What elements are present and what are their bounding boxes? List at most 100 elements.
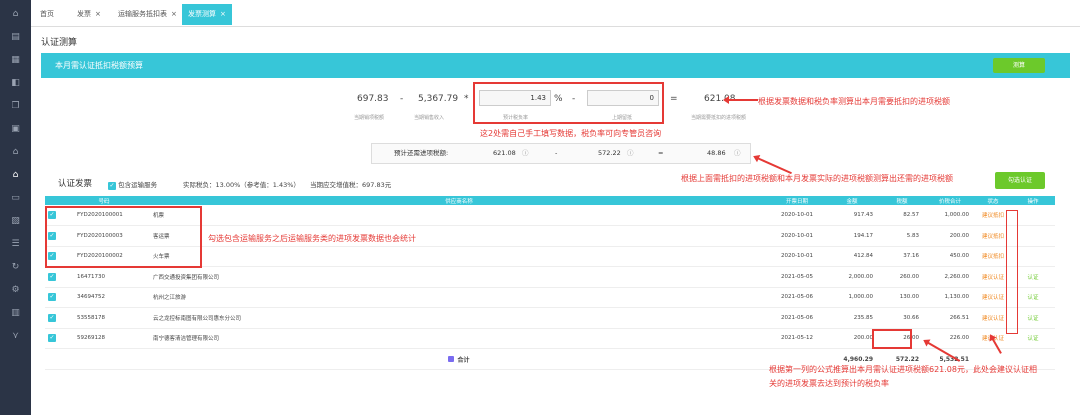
need-c: 48.86 <box>707 149 726 157</box>
share-icon[interactable]: ⋎ <box>9 330 22 343</box>
invoice-date: 2020-10-01 <box>769 246 825 267</box>
sales-income-value: 5,367.79 <box>418 94 459 104</box>
tab-label: 发票 <box>77 10 91 18</box>
col-action: 操作 <box>1011 196 1055 205</box>
calendar-icon[interactable]: ▥ <box>9 307 22 320</box>
tab-home[interactable]: 首页 <box>34 4 60 25</box>
supplier-name: 杭州之江旅游 <box>149 287 769 308</box>
checkbox-icon[interactable]: ✓ <box>48 334 56 343</box>
tab-label: 发票测算 <box>188 10 216 18</box>
supplier-name: 南宁德客清洁管理有限公司 <box>149 328 769 349</box>
checkbox-icon[interactable]: ✓ <box>108 182 116 190</box>
col-tax: 税额 <box>879 196 925 205</box>
building-icon[interactable]: ⌂ <box>9 146 22 159</box>
tab-transport-deduction[interactable]: 运输服务抵扣表 × <box>112 4 183 25</box>
help-icon: ⓘ <box>522 149 529 157</box>
sum-icon <box>448 355 455 362</box>
tab-invoice-estimate[interactable]: 发票测算 × <box>182 4 232 25</box>
panel-header: 本月需认证抵扣税额预算 <box>41 53 1070 78</box>
copy-icon[interactable]: ❐ <box>9 100 22 113</box>
measure-button[interactable]: 测算 <box>993 58 1045 73</box>
total: 1,130.00 <box>925 287 975 308</box>
invoice-number: 53558178 <box>59 307 149 329</box>
amount: 917.43 <box>825 205 879 226</box>
row-checkbox[interactable]: ✓ <box>45 266 59 288</box>
table-row[interactable]: ✓ 53558178 云之龙控标南图有限公司惠东分公司 2021-05-06 235.8… <box>45 307 1055 329</box>
col-number: 号码 <box>59 196 149 205</box>
chart-icon[interactable]: ▦ <box>9 54 22 67</box>
invoice-date: 2021-05-06 <box>769 307 825 329</box>
document-icon[interactable]: ▤ <box>9 31 22 44</box>
sidebar: ⌂ ▤ ▦ ◧ ❐ ▣ ⌂ ⌂ ▭ ▧ ☰ ↻ ⚙ ▥ ⋎ <box>0 0 31 415</box>
annotation-5a: 根据第一列的公式推算出本月需认证进项税额621.08元，此处会建议认证相 <box>769 365 1037 374</box>
empty-cell <box>45 348 59 370</box>
tax: 260.00 <box>879 266 925 288</box>
home-icon[interactable]: ⌂ <box>9 8 22 21</box>
tax: 5.83 <box>879 225 925 247</box>
amount: 1,000.00 <box>825 287 879 308</box>
table-header: 号码 供应商名称 开票日期 金额 税额 价税合计 状态 操作 <box>45 196 1055 205</box>
checkbox-icon[interactable]: ✓ <box>48 272 56 281</box>
col-total: 价税合计 <box>925 196 975 205</box>
invoice-date: 2021-05-12 <box>769 328 825 349</box>
transport-option[interactable]: ✓ 包含运输服务 <box>108 179 157 190</box>
supplier-name: 机票 <box>149 205 769 226</box>
certify-button[interactable]: 勾选认证 <box>995 172 1045 189</box>
close-icon[interactable]: × <box>171 10 177 18</box>
table-row[interactable]: ✓ 34694752 杭州之江旅游 2021-05-06 1,000.00 130.00 1… <box>45 287 1055 308</box>
folder-icon[interactable]: ▭ <box>9 192 22 205</box>
invoice-number: 16471730 <box>59 266 149 288</box>
checkbox-icon[interactable]: ✓ <box>48 293 56 302</box>
row-checkbox[interactable]: ✓ <box>45 307 59 329</box>
current-tax: 当期应交增值税：697.83元 <box>310 181 392 189</box>
total: 2,260.00 <box>925 266 975 288</box>
settings-icon[interactable]: ⚙ <box>9 284 22 297</box>
invoice-date: 2021-05-05 <box>769 266 825 288</box>
supplier-name: 火车票 <box>149 246 769 267</box>
checkbox-icon[interactable]: ✓ <box>48 313 56 322</box>
label-output-tax: 当期销项税额 <box>354 115 385 121</box>
label-sales-income: 当期销售收入 <box>414 115 445 121</box>
help-icon: ⓘ <box>627 149 634 157</box>
close-icon[interactable]: × <box>95 10 101 18</box>
highlight-box <box>45 206 202 268</box>
tab-label: 首页 <box>40 10 54 18</box>
need-row: 预计还需进项税额: 621.08 ⓘ - 572.22 ⓘ = 48.86 ⓘ <box>371 143 751 164</box>
help-icon: ⓘ <box>734 149 741 157</box>
annotation-3: 根据上面需抵扣的进项税额和本月发票实际的进项税额测算出还需的进项税额 <box>681 174 953 183</box>
annotation-4: 勾选包含运输服务之后运输服务类的进项发票数据也会统计 <box>208 234 416 243</box>
supplier-name: 云之龙控标南图有限公司惠东分公司 <box>149 307 769 329</box>
amount: 235.85 <box>825 307 879 329</box>
col-date: 开票日期 <box>769 196 825 205</box>
actual-rate: 实际税负：13.00%（参考值：1.43%） <box>183 181 300 189</box>
annotation-5b: 关的进项发票去达到预计的税负率 <box>769 379 889 388</box>
invoice-icon[interactable]: ◧ <box>9 77 22 90</box>
close-icon[interactable]: × <box>220 10 226 18</box>
row-checkbox[interactable]: ✓ <box>45 328 59 349</box>
need-label: 预计还需进项税额: <box>394 149 449 157</box>
tax: 30.66 <box>879 307 925 329</box>
list-icon[interactable]: ☰ <box>9 238 22 251</box>
house-icon[interactable]: ⌂ <box>9 169 22 182</box>
page-title: 认证测算 <box>41 38 78 48</box>
total: 450.00 <box>925 246 975 267</box>
need-a: 621.08 <box>493 149 516 157</box>
table-row[interactable]: ✓ 16471730 广西交通投资集团有限公司 2021-05-05 2,000.00 2… <box>45 266 1055 288</box>
tax: 37.16 <box>879 246 925 267</box>
amount: 2,000.00 <box>825 266 879 288</box>
annotation-1: 根据发票数据和税负率测算出本月需要抵扣的进项税额 <box>758 97 950 106</box>
need-op: - <box>555 149 558 157</box>
report-icon[interactable]: ▣ <box>9 123 22 136</box>
tab-invoice[interactable]: 发票 × <box>71 4 107 25</box>
supplier-name: 广西交通投资集团有限公司 <box>149 266 769 288</box>
row-checkbox[interactable]: ✓ <box>45 287 59 308</box>
amount: 412.84 <box>825 246 879 267</box>
tab-label: 运输服务抵扣表 <box>118 10 167 18</box>
refresh-icon[interactable]: ↻ <box>9 261 22 274</box>
file-icon[interactable]: ▧ <box>9 215 22 228</box>
invoice-date: 2020-10-01 <box>769 205 825 226</box>
col-check <box>45 196 59 205</box>
arrow-3 <box>754 156 792 175</box>
main-page: 认证测算 本月需认证抵扣税额预算 测算 697.83 - 5,367.79 * … <box>31 27 1080 415</box>
amount: 194.17 <box>825 225 879 247</box>
